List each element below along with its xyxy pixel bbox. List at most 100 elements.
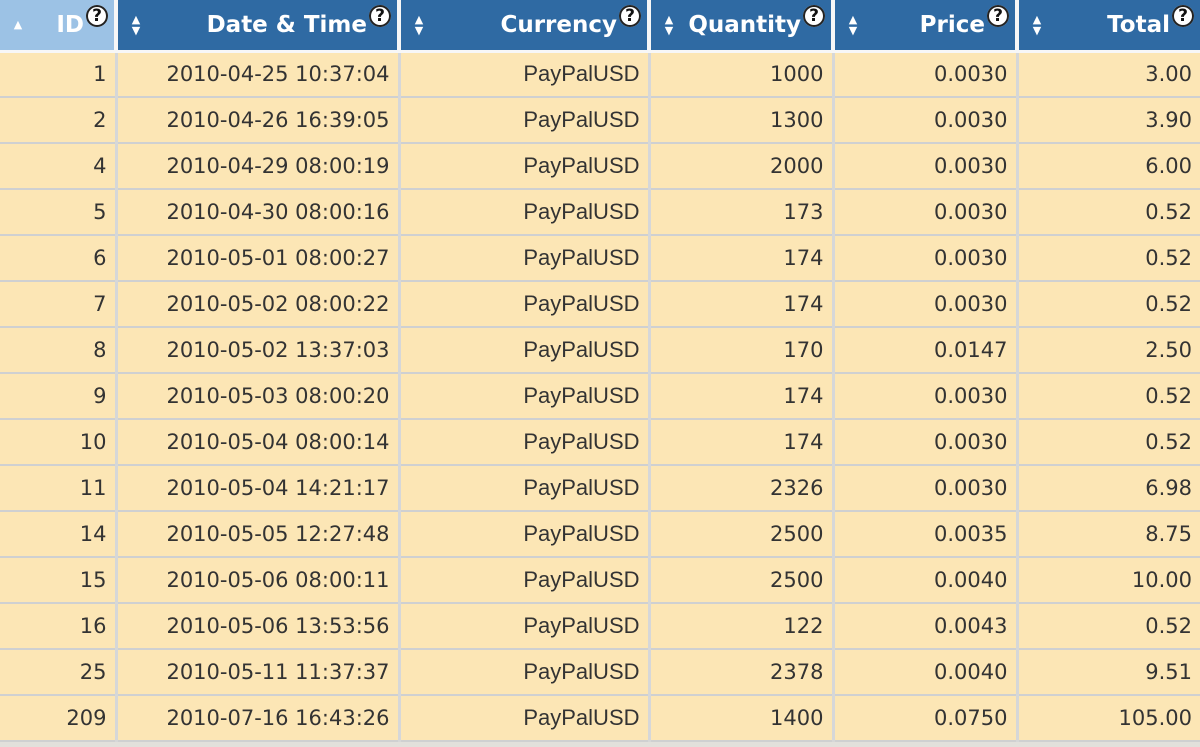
cell-currency: PayPalUSD [399, 281, 651, 328]
table-row[interactable]: 6 2010-05-01 08:00:27 PayPalUSD 174 0.0030 0.… [0, 235, 1200, 282]
cell-id: 9 [0, 373, 118, 420]
cell-date-time: 2010-04-25 10:37:04 [116, 51, 401, 98]
cell-currency: PayPalUSD [399, 143, 651, 190]
column-header-label: Quantity [688, 11, 801, 38]
cell-total: 3.00 [1017, 51, 1200, 98]
cell-price: 0.0043 [833, 603, 1019, 650]
cell-total: 2.50 [1017, 327, 1200, 374]
cell-price: 0.0030 [833, 235, 1019, 282]
sort-both-icon: ▲ ▼ [848, 12, 858, 37]
cell-id: 4 [0, 143, 118, 190]
column-header-label: Currency [500, 11, 617, 38]
cell-quantity: 1400 [649, 695, 835, 742]
help-icon[interactable]: ? [619, 5, 641, 27]
cell-date-time: 2010-05-04 08:00:14 [116, 419, 401, 466]
cell-currency: PayPalUSD [399, 695, 651, 742]
cell-date-time: 2010-05-02 13:37:03 [116, 327, 401, 374]
cell-quantity: 2378 [649, 649, 835, 696]
cell-date-time: 2010-05-01 08:00:27 [116, 235, 401, 282]
cell-price: 0.0030 [833, 189, 1019, 236]
cell-quantity: 174 [649, 281, 835, 328]
header-row: ▲ ID ? ▲▼ Date & Time ? ▲▼ Currency ? [0, 0, 1200, 53]
cell-currency: PayPalUSD [399, 327, 651, 374]
cell-price: 0.0040 [833, 557, 1019, 604]
cell-id: 1 [0, 51, 118, 98]
cell-currency: PayPalUSD [399, 419, 651, 466]
cell-total: 8.75 [1017, 511, 1200, 558]
cell-id: 5 [0, 189, 118, 236]
cell-total: 3.90 [1017, 97, 1200, 144]
column-header-total[interactable]: ▲ ▼ Total ? [1017, 0, 1200, 53]
cell-currency: PayPalUSD [399, 189, 651, 236]
cell-quantity: 2500 [649, 557, 835, 604]
table-row[interactable]: 10 2010-05-04 08:00:14 PayPalUSD 174 0.0030 0… [0, 419, 1200, 466]
cell-quantity: 174 [649, 419, 835, 466]
column-header-id[interactable]: ▲ ID ? [0, 0, 118, 53]
sort-both-icon: ▲ ▼ [131, 12, 141, 37]
table-row[interactable]: 9 2010-05-03 08:00:20 PayPalUSD 174 0.0030 0.… [0, 373, 1200, 420]
cell-quantity: 173 [649, 189, 835, 236]
cell-currency: PayPalUSD [399, 235, 651, 282]
cell-total: 105.00 [1017, 695, 1200, 742]
table-row[interactable]: 8 2010-05-02 13:37:03 PayPalUSD 170 0.0147 2.… [0, 327, 1200, 374]
cell-date-time: 2010-05-05 12:27:48 [116, 511, 401, 558]
column-header-date-time[interactable]: ▲ ▼ Date & Time ? [116, 0, 401, 53]
cell-total: 0.52 [1017, 373, 1200, 420]
column-header-label: Total [1107, 11, 1170, 38]
table-row[interactable]: 1 2010-04-25 10:37:04 PayPalUSD 1000 0.0030 3… [0, 51, 1200, 98]
cell-total: 0.52 [1017, 419, 1200, 466]
cell-total: 9.51 [1017, 649, 1200, 696]
cell-price: 0.0030 [833, 465, 1019, 512]
trades-table: ▲ ID ? ▲▼ Date & Time ? ▲▼ Currency ? [0, 0, 1200, 742]
cell-price: 0.0030 [833, 419, 1019, 466]
cell-currency: PayPalUSD [399, 97, 651, 144]
cell-price: 0.0030 [833, 143, 1019, 190]
cell-quantity: 122 [649, 603, 835, 650]
cell-price: 0.0750 [833, 695, 1019, 742]
table-row[interactable]: 16 2010-05-06 13:53:56 PayPalUSD 122 0.0043 0… [0, 603, 1200, 650]
cell-price: 0.0030 [833, 51, 1019, 98]
table-row[interactable]: 15 2010-05-06 08:00:11 PayPalUSD 2500 0.0040… [0, 557, 1200, 604]
cell-id: 15 [0, 557, 118, 604]
cell-id: 16 [0, 603, 118, 650]
column-header-price[interactable]: ▲ ▼ Price ? [833, 0, 1019, 53]
cell-currency: PayPalUSD [399, 511, 651, 558]
table-row[interactable]: 4 2010-04-29 08:00:19 PayPalUSD 2000 0.0030 6… [0, 143, 1200, 190]
help-icon[interactable]: ? [86, 5, 108, 27]
cell-quantity: 2500 [649, 511, 835, 558]
cell-price: 0.0030 [833, 281, 1019, 328]
table-row[interactable]: 7 2010-05-02 08:00:22 PayPalUSD 174 0.0030 0.… [0, 281, 1200, 328]
table-row[interactable]: 209 2010-07-16 16:43:26 PayPalUSD 1400 0.075… [0, 695, 1200, 742]
cell-date-time: 2010-05-04 14:21:17 [116, 465, 401, 512]
cell-quantity: 2326 [649, 465, 835, 512]
cell-id: 8 [0, 327, 118, 374]
cell-id: 6 [0, 235, 118, 282]
help-icon[interactable]: ? [803, 5, 825, 27]
cell-currency: PayPalUSD [399, 373, 651, 420]
cell-total: 0.52 [1017, 235, 1200, 282]
table-row[interactable]: 5 2010-04-30 08:00:16 PayPalUSD 173 0.0030 0.… [0, 189, 1200, 236]
help-icon[interactable]: ? [369, 5, 391, 27]
table-row[interactable]: 25 2010-05-11 11:37:37 PayPalUSD 2378 0.0040… [0, 649, 1200, 696]
cell-quantity: 170 [649, 327, 835, 374]
sort-both-icon: ▲ ▼ [414, 12, 424, 37]
help-icon[interactable]: ? [1172, 5, 1194, 27]
table-body: 1 2010-04-25 10:37:04 PayPalUSD 1000 0.0030 3… [0, 51, 1200, 742]
cell-date-time: 2010-04-26 16:39:05 [116, 97, 401, 144]
column-header-quantity[interactable]: ▲ ▼ Quantity ? [649, 0, 835, 53]
cell-date-time: 2010-05-11 11:37:37 [116, 649, 401, 696]
cell-total: 10.00 [1017, 557, 1200, 604]
help-icon[interactable]: ? [987, 5, 1009, 27]
column-header-label: ID [56, 11, 84, 38]
cell-quantity: 2000 [649, 143, 835, 190]
table-row[interactable]: 2 2010-04-26 16:39:05 PayPalUSD 1300 0.0030 3… [0, 97, 1200, 144]
cell-id: 10 [0, 419, 118, 466]
cell-currency: PayPalUSD [399, 603, 651, 650]
cell-price: 0.0147 [833, 327, 1019, 374]
table-row[interactable]: 14 2010-05-05 12:27:48 PayPalUSD 2500 0.0035… [0, 511, 1200, 558]
cell-quantity: 1000 [649, 51, 835, 98]
column-header-currency[interactable]: ▲ ▼ Currency ? [399, 0, 651, 53]
column-header-label: Date & Time [206, 11, 367, 38]
cell-date-time: 2010-05-06 08:00:11 [116, 557, 401, 604]
table-row[interactable]: 11 2010-05-04 14:21:17 PayPalUSD 2326 0.0030… [0, 465, 1200, 512]
